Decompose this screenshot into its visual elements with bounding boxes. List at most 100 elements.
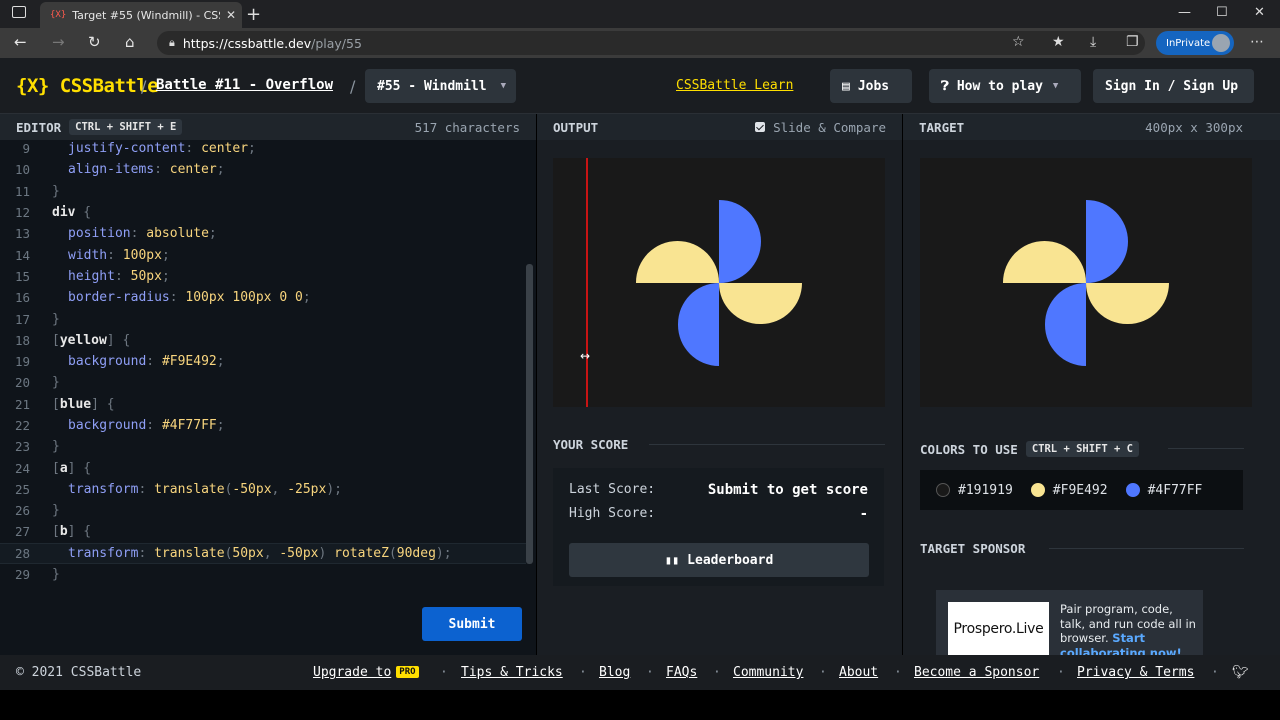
cssbattle-logo[interactable]: {X} CSSBattle <box>16 75 159 97</box>
editor-header: EDITOR CTRL + SHIFT + E 517 characters <box>0 114 536 140</box>
home-icon[interactable]: ⌂ <box>125 33 135 51</box>
footer-dot: · <box>1057 665 1065 680</box>
cssbattle-favicon-icon: {X} <box>50 10 67 20</box>
inprivate-badge[interactable]: InPrivate <box>1156 31 1234 55</box>
line-number: 13 <box>14 226 30 242</box>
twitter-icon[interactable]: 🐦︎ <box>1232 665 1249 680</box>
code-line[interactable]: 13 position: absolute; <box>0 223 526 244</box>
code-line[interactable]: 27 [b] { <box>0 521 526 542</box>
code-token: : <box>107 247 123 263</box>
divider <box>1168 448 1244 449</box>
code-line[interactable]: 20} <box>0 372 526 393</box>
forward-icon[interactable]: → <box>52 33 65 51</box>
code-token: ] { <box>67 460 92 476</box>
how-to-play-button[interactable]: ❓︎ How to play ▼ <box>929 69 1081 103</box>
cssbattle-learn-link[interactable]: CSSBattle Learn <box>676 78 793 93</box>
code-line[interactable]: 24 [a] { <box>0 457 526 478</box>
sign-in-button[interactable]: Sign In / Sign Up <box>1093 69 1254 103</box>
code-token: , <box>271 481 288 497</box>
jobs-button[interactable]: ▤ Jobs <box>830 69 912 103</box>
footer-dot: · <box>1211 665 1219 680</box>
about-link[interactable]: About <box>839 665 878 680</box>
code-line[interactable]: 19 background: #F9E492; <box>0 351 526 372</box>
code-token: justify-content <box>68 141 186 157</box>
code-line[interactable]: 23} <box>0 436 526 457</box>
favorites-icon[interactable]: ★ <box>1052 34 1065 50</box>
minimize-icon[interactable]: — <box>1178 5 1191 20</box>
code-line[interactable]: 29} <box>0 564 526 585</box>
tab-actions-icon[interactable] <box>12 6 26 18</box>
address-bar[interactable]: 🔒︎ https://cssbattle.dev/play/55 <box>157 31 1145 55</box>
tips-link[interactable]: Tips & Tricks <box>461 665 563 680</box>
code-line[interactable]: 17} <box>0 308 526 329</box>
blog-link[interactable]: Blog <box>599 665 630 680</box>
code-token: : <box>146 418 162 433</box>
code-line[interactable]: 12 div { <box>0 202 526 223</box>
close-window-icon[interactable]: ✕ <box>1254 5 1265 20</box>
code-line[interactable]: 18 [yellow] { <box>0 330 526 351</box>
blue-quarter-top-right <box>1086 199 1128 283</box>
code-line[interactable]: 28 transform: translate(50px, -50px) rota… <box>0 542 526 564</box>
footer-dot: · <box>646 665 654 680</box>
code-line[interactable]: 16 border-radius: 100px 100px 0 0; <box>0 287 526 308</box>
more-menu-icon[interactable]: ⋯ <box>1250 34 1264 50</box>
code-token: ); <box>326 481 342 497</box>
leaderboard-button[interactable]: ▮▮ Leaderboard <box>569 543 869 577</box>
code-line[interactable]: 21 [blue] { <box>0 394 526 415</box>
line-number: 14 <box>14 247 30 263</box>
divider <box>1049 548 1244 549</box>
code-line[interactable]: 15 height: 50px; <box>0 266 526 287</box>
code-token: : <box>146 354 162 370</box>
code-token: absolute <box>146 226 209 242</box>
browser-tab[interactable]: {X} Target #55 (Windmill) - CSSBattle ✕ <box>40 2 242 28</box>
add-favorite-icon[interactable]: ☆ <box>1012 34 1025 50</box>
code-token: [ <box>52 460 60 476</box>
code-token: 90deg <box>396 545 436 561</box>
line-number: 28 <box>14 545 30 561</box>
submit-button[interactable]: Submit <box>422 607 522 641</box>
code-token: b <box>59 524 68 540</box>
code-line[interactable]: 26} <box>0 500 526 521</box>
new-tab-icon[interactable]: + <box>246 4 261 25</box>
code-token: : <box>114 268 131 284</box>
color-swatch-blue[interactable]: #4F77FF <box>1125 483 1202 498</box>
code-token: ( <box>224 481 233 497</box>
battle-link[interactable]: Battle #11 - Overflow <box>156 77 333 93</box>
code-line[interactable]: 22 background: #4F77FF; <box>0 415 526 436</box>
sponsor-card[interactable]: Prospero.Live Pair program, code, talk, … <box>936 590 1203 655</box>
code-line[interactable]: 25 transform: translate(-50px, -25px); <box>0 479 526 500</box>
code-editor[interactable]: 9 justify-content: center; 10 align-items: … <box>0 138 526 590</box>
line-number: 25 <box>14 481 30 497</box>
line-number: 24 <box>14 460 30 476</box>
downloads-icon[interactable]: ⤓ <box>1090 34 1096 50</box>
refresh-icon[interactable]: ↻ <box>88 33 101 51</box>
code-token: : <box>154 162 170 178</box>
become-sponsor-link[interactable]: Become a Sponsor <box>914 665 1039 680</box>
privacy-terms-link[interactable]: Privacy & Terms <box>1077 665 1194 680</box>
code-line[interactable]: 14 width: 100px; <box>0 244 526 265</box>
close-tab-icon[interactable]: ✕ <box>220 8 242 22</box>
color-swatch-yellow[interactable]: #F9E492 <box>1030 483 1108 498</box>
color-swatch-dark[interactable]: #191919 <box>936 483 1013 498</box>
code-line[interactable]: 11} <box>0 181 526 202</box>
question-icon: ❓︎ <box>941 78 949 94</box>
code-token: 50px <box>130 268 162 284</box>
editor-scrollbar[interactable] <box>526 264 533 564</box>
community-link[interactable]: Community <box>733 665 803 680</box>
code-line[interactable]: 10 align-items: center; <box>0 159 526 180</box>
target-selector[interactable]: #55 - Windmill ▼ <box>365 69 516 103</box>
faqs-link[interactable]: FAQs <box>666 665 697 680</box>
leaderboard-label: Leaderboard <box>687 552 774 568</box>
collections-icon[interactable]: ❐ <box>1126 34 1139 50</box>
maximize-icon[interactable]: ☐ <box>1216 5 1228 20</box>
yellow-quarter-bottom-right <box>1086 282 1169 324</box>
colors-title-label: COLORS TO USE <box>920 441 1018 457</box>
code-line[interactable]: 9 justify-content: center; <box>0 138 526 159</box>
slide-compare-toggle[interactable]: Slide & Compare <box>755 120 886 135</box>
output-canvas[interactable]: ↔ <box>553 158 885 407</box>
upgrade-link[interactable]: Upgrade to PRO <box>313 665 419 680</box>
compare-slider-line[interactable] <box>586 158 588 407</box>
back-icon[interactable]: ← <box>14 33 27 51</box>
code-token: ; <box>216 162 225 178</box>
slide-compare-checkbox[interactable] <box>755 122 766 132</box>
